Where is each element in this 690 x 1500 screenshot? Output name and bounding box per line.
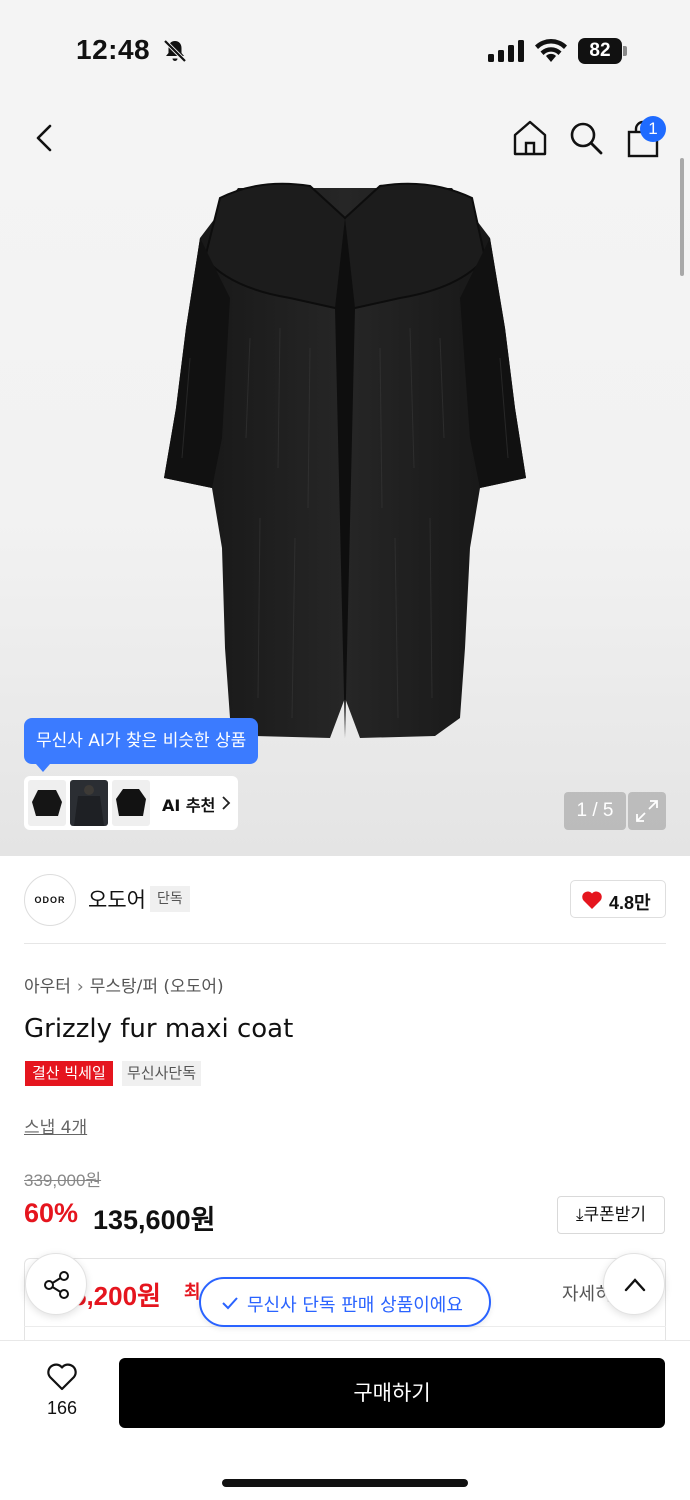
breadcrumb: 아우터 › 무스탕/퍼 (오도어)	[24, 972, 224, 997]
exclusive-notice-pill[interactable]: 무신사 단독 판매 상품이에요	[199, 1277, 491, 1327]
exclusive-badge: 무신사단독	[122, 1061, 202, 1086]
search-icon[interactable]	[566, 118, 606, 158]
chevron-right-icon: ›	[76, 977, 84, 997]
coupon-button-label: 쿠폰받기	[583, 1205, 647, 1225]
coupon-button[interactable]: ⤓쿠폰받기	[557, 1196, 665, 1234]
similar-thumbnail[interactable]	[70, 780, 108, 826]
original-price: 339,000원	[24, 1171, 102, 1190]
wishlist-button[interactable]: 166	[34, 1360, 90, 1426]
divider	[24, 943, 666, 944]
breadcrumb-item[interactable]: 아우터	[24, 977, 71, 997]
brand-name[interactable]: 오도어	[88, 884, 146, 914]
sale-badge: 결산 빅세일	[25, 1061, 113, 1086]
brand-exclusive-tag: 단독	[150, 886, 190, 912]
product-title: Grizzly fur maxi coat	[24, 1014, 294, 1044]
heart-filled-icon	[582, 891, 602, 909]
ai-similar-tooltip[interactable]: 무신사 AI가 찾은 비슷한 상품	[24, 718, 259, 764]
status-bar: 12:48 82	[0, 0, 690, 100]
wifi-icon	[535, 39, 567, 62]
share-button[interactable]	[25, 1253, 87, 1315]
image-counter: 1 / 5	[564, 792, 626, 830]
chevron-up-icon	[624, 1278, 646, 1292]
discount-rate: 60%	[24, 1198, 79, 1228]
similar-thumbnail[interactable]	[112, 780, 150, 826]
back-icon[interactable]	[26, 116, 66, 160]
product-image[interactable]	[160, 178, 530, 748]
home-icon[interactable]	[510, 118, 550, 158]
exclusive-notice-text: 무신사 단독 판매 상품이에요	[247, 1295, 463, 1316]
top-nav: 1	[0, 100, 690, 178]
home-indicator[interactable]	[222, 1479, 468, 1487]
status-time: 12:48	[76, 34, 151, 65]
scrollbar[interactable]	[680, 158, 684, 276]
breadcrumb-item[interactable]: 무스탕/퍼 (오도어)	[90, 977, 224, 997]
sale-price: 135,600원	[93, 1205, 216, 1235]
share-icon	[44, 1271, 69, 1299]
expand-image-button[interactable]	[628, 792, 666, 830]
buy-button[interactable]: 구매하기	[119, 1358, 665, 1428]
brand-logo[interactable]: ODOR	[24, 874, 76, 926]
battery-icon: 82	[578, 38, 628, 64]
scroll-top-button[interactable]	[603, 1253, 665, 1315]
heart-outline-icon	[47, 1363, 77, 1391]
brand-like-button[interactable]: 4.8만	[570, 880, 666, 918]
ai-recommend-label: AI 추천	[162, 796, 216, 815]
battery-level: 82	[578, 38, 622, 64]
similar-thumbnail[interactable]	[28, 780, 66, 826]
ai-recommend-strip[interactable]: AI 추천	[24, 776, 238, 830]
signal-icon	[488, 40, 524, 62]
product-gallery[interactable]: 1 무신사 AI가 찾은 비슷한 상품 AI 추천 1 / 5	[0, 100, 690, 856]
snap-link[interactable]: 스냅 4개	[24, 1113, 87, 1138]
expand-icon	[636, 800, 658, 822]
cart-count-badge: 1	[640, 116, 666, 142]
chevron-right-icon	[222, 796, 231, 810]
bell-muted-icon	[163, 39, 187, 63]
wishlist-count: 166	[46, 1398, 78, 1418]
brand-like-count: 4.8만	[609, 893, 651, 913]
check-icon	[222, 1297, 238, 1310]
